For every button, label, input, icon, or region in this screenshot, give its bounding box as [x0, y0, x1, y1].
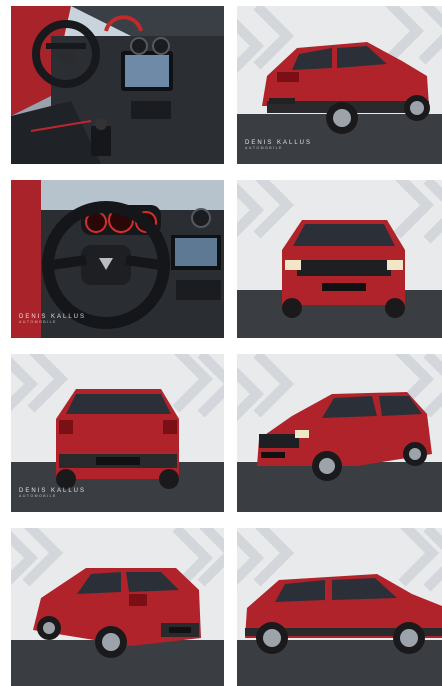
watermark-text: DENIS KALLUS: [19, 313, 87, 320]
interior-dashboard-image: [11, 6, 224, 164]
photo-front-three-quarter[interactable]: [237, 354, 442, 512]
photo-front-view[interactable]: [237, 180, 442, 338]
watermark: DENIS KALLUS AUTOMOBILE: [245, 140, 312, 151]
photo-interior-dashboard[interactable]: [11, 6, 224, 164]
watermark: DENIS KALLUS AUTOMOBILE: [19, 488, 86, 499]
watermark-subtext: AUTOMOBILE: [19, 493, 57, 498]
photo-rear-three-quarter[interactable]: DENIS KALLUS AUTOMOBILE: [237, 6, 442, 164]
photo-rear-view[interactable]: DENIS KALLUS AUTOMOBILE: [11, 354, 224, 512]
photo-rear-left-three-quarter[interactable]: [11, 528, 224, 686]
photo-side-profile[interactable]: [237, 528, 442, 686]
photo-steering-wheel[interactable]: DENIS KALLUS AUTOMOBILE: [11, 180, 224, 338]
rear-left-three-quarter-image: [11, 528, 224, 686]
front-view-image: [237, 180, 442, 338]
side-profile-image: [237, 528, 442, 686]
watermark-text: DENIS KALLUS: [245, 139, 313, 146]
watermark-subtext: AUTOMOBILE: [19, 319, 57, 324]
photo-gallery: DENIS KALLUS AUTOMOBILE DENIS KALLUS AUTOM…: [0, 0, 442, 686]
front-three-quarter-image: [237, 354, 442, 512]
watermark: DENIS KALLUS AUTOMOBILE: [19, 314, 86, 325]
watermark-subtext: AUTOMOBILE: [245, 145, 283, 150]
watermark-text: DENIS KALLUS: [19, 487, 87, 494]
